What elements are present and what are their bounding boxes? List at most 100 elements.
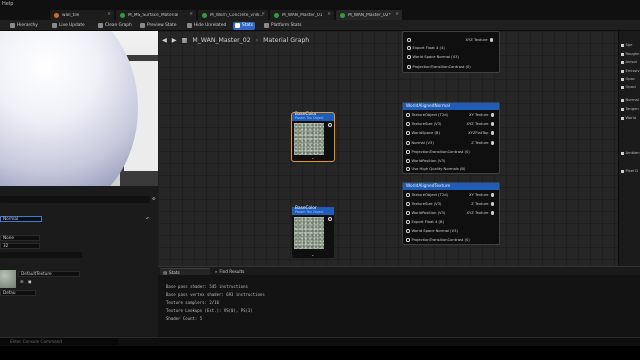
stats-output: Base pass shader: 545 instructions Base … xyxy=(166,283,265,323)
node-input-pin[interactable]: World Space Normal (V3) xyxy=(407,55,459,59)
console-command-input[interactable]: Enter Console Command xyxy=(0,338,118,345)
live-update-icon xyxy=(52,23,57,28)
texture-thumbnail-pattern xyxy=(294,217,324,249)
result-pin-opacity[interactable]: Opac xyxy=(621,77,635,81)
node-input-pin[interactable]: World Space Normal (V3) xyxy=(406,229,458,233)
result-pin-ambient-occlusion[interactable]: Ambien xyxy=(621,151,640,155)
reset-arrow-icon[interactable]: ↶ xyxy=(146,216,150,221)
node-input-pin[interactable]: Export Float 4 (4) xyxy=(407,46,445,50)
preview-state-icon xyxy=(140,23,145,28)
node-output-pin[interactable]: XYZ Texture xyxy=(467,122,494,126)
material-preview-viewport[interactable] xyxy=(0,31,158,186)
basecolor-texture-param-node-selected[interactable]: BaseColor Param Tex Object ⌄ xyxy=(291,112,335,162)
menu-help[interactable]: Help xyxy=(2,1,13,7)
world-aligned-normal-node[interactable]: WorldAlignedNormal TextureObject (T2d) T… xyxy=(402,102,500,174)
world-aligned-texture-node[interactable]: WorldAlignedTexture TextureObject (T2d) … xyxy=(402,182,500,245)
tab-wall-tile[interactable]: wall_tile ✕ xyxy=(50,10,114,20)
result-pin-specular[interactable]: Spe xyxy=(621,43,632,47)
close-icon[interactable]: ✕ xyxy=(107,12,111,17)
node-output-pin[interactable]: XYZ Texture xyxy=(466,38,493,42)
node-input-pin[interactable]: Normal (V3) xyxy=(406,141,434,145)
breadcrumb-graph[interactable]: Material Graph xyxy=(263,37,309,44)
node-output-pin[interactable]: XY Texture xyxy=(469,113,494,117)
node-output-pin[interactable]: XY Texture xyxy=(469,193,494,197)
result-pin-world-offset[interactable]: World xyxy=(621,116,636,120)
stats-line: Base pass shader: 545 instructions xyxy=(166,284,248,289)
tab-find-results[interactable]: ⌕ Find Results xyxy=(212,268,266,275)
stats-button[interactable]: Stats xyxy=(233,21,255,30)
stats-line: Texture samplers: 2/16 xyxy=(166,300,219,305)
close-icon[interactable]: ✕ xyxy=(395,12,399,17)
breadcrumb-asset[interactable]: M_WAN_Master_02 xyxy=(192,37,250,44)
details-search-bar[interactable] xyxy=(0,196,150,203)
node-input-pin[interactable]: TextureSize (V3) xyxy=(406,122,441,126)
node-input-pin[interactable]: WorldPosition (V3) xyxy=(406,211,445,215)
tab-m-worn-concrete[interactable]: M_Worn_Concrete_vnlk... ✕ xyxy=(198,10,268,20)
node-input-pin[interactable]: Use High Quality Normals (B) xyxy=(406,167,465,171)
details-panel: ⚙ Normal ↶ None 32 DefaultTexture ⊕ ◼ De… xyxy=(0,186,158,337)
node-output-pin[interactable]: XYZFlatTop xyxy=(468,131,494,135)
texture-asset-icon xyxy=(54,12,59,18)
node-input-pin[interactable]: ProjectionTransitionContrast (S) xyxy=(407,65,471,69)
result-pin-tangent[interactable]: Tangen xyxy=(621,107,639,111)
sort-priority-field[interactable] xyxy=(0,252,82,258)
hide-unrelated-button[interactable]: Hide Unrelated xyxy=(185,22,228,30)
node-input-pin[interactable]: WorldPosition (V3) xyxy=(406,159,445,163)
node-input-pin[interactable]: Export Float 4 (B) xyxy=(406,220,444,224)
tab-m-wan-master-02[interactable]: M_WAN_Master_02* ✕ xyxy=(336,10,402,20)
forward-arrow-icon[interactable]: ▶ xyxy=(172,37,177,44)
result-pin-opacity-mask[interactable]: Opaci xyxy=(621,85,636,89)
reset-icon[interactable]: ◼ xyxy=(28,279,31,284)
world-aligned-texture-node-top[interactable]: XYZ Texture Export Float 4 (4) World Spa… xyxy=(402,31,500,73)
node-input-pin[interactable]: ProjectionTransitionContrast (S) xyxy=(406,150,470,154)
search-icon: ⌕ xyxy=(215,269,218,274)
hierarchy-icon xyxy=(10,23,15,28)
material-result-node[interactable]: Spe Roughn Anisot Emissiv Opac Opaci Nor… xyxy=(618,31,640,266)
chevron-down-icon[interactable]: ⌄ xyxy=(311,155,314,160)
node-input-pin[interactable]: WorldSpace (B) xyxy=(406,131,440,135)
result-pin-normal[interactable]: Normal xyxy=(621,98,639,102)
close-icon[interactable]: ✕ xyxy=(327,12,331,17)
hierarchy-button[interactable]: Hierarchy xyxy=(8,22,40,30)
close-icon[interactable]: ✕ xyxy=(261,12,265,17)
preview-state-button[interactable]: Preview State xyxy=(138,22,178,30)
close-icon[interactable]: ✕ xyxy=(189,12,193,17)
sampler-type-select[interactable]: Defau xyxy=(0,290,36,296)
grid-icon[interactable]: ▦ xyxy=(182,37,188,44)
node-output-pin[interactable] xyxy=(328,217,332,221)
node-output-pin[interactable]: Z Texture xyxy=(471,141,494,145)
node-output-pin[interactable] xyxy=(328,123,332,127)
material-asset-icon xyxy=(274,12,279,18)
tab-m-wan-master-01[interactable]: M_WAN_Master_01 ✕ xyxy=(270,10,334,20)
texture-select[interactable]: DefaultTexture xyxy=(18,271,80,277)
chevron-down-icon[interactable]: ⌄ xyxy=(311,252,314,257)
parameter-name-input[interactable]: Normal xyxy=(0,216,42,222)
sampler-source-select[interactable]: None xyxy=(0,235,40,241)
tab-m-ms-surface-material[interactable]: M_MS_Surface_Material ✕ xyxy=(116,10,196,20)
node-title: BaseColor Param Tex Object xyxy=(292,112,334,121)
result-pin-emissive[interactable]: Emissiv xyxy=(621,69,640,73)
result-pin-pixel-depth[interactable]: Pixel D xyxy=(621,169,638,173)
settings-icon[interactable]: ⚙ xyxy=(152,196,156,201)
material-asset-icon xyxy=(340,12,345,18)
platform-stats-button[interactable]: Platform Stats xyxy=(262,22,303,30)
clean-graph-button[interactable]: Clean Graph xyxy=(96,22,134,30)
back-arrow-icon[interactable]: ◀ xyxy=(162,37,167,44)
texture-thumbnail-pattern xyxy=(294,123,324,155)
group-input[interactable]: 32 xyxy=(0,243,40,249)
result-pin-anisotropy[interactable]: Anisot xyxy=(621,60,637,64)
node-input-pin[interactable]: TextureObject (T2d) xyxy=(406,193,448,197)
node-output-pin[interactable]: XYZ Texture xyxy=(467,211,494,215)
result-pin-roughness[interactable]: Roughn xyxy=(621,52,640,56)
browse-icon[interactable]: ⊕ xyxy=(20,279,24,284)
node-input-pin[interactable]: TextureSize (V3) xyxy=(406,202,441,206)
basecolor-texture-param-node[interactable]: BaseColor Param Tex Object ⌄ xyxy=(292,206,334,258)
node-input-pin[interactable]: TextureObject (T2d) xyxy=(406,113,448,117)
stats-icon xyxy=(235,23,240,28)
node-title: BaseColor Param Tex Object xyxy=(292,206,334,215)
live-update-button[interactable]: Live Update xyxy=(50,22,87,30)
material-graph-canvas[interactable]: ◀ ▶ ▦ M_WAN_Master_02 › Material Graph X… xyxy=(158,31,618,266)
node-input-pin[interactable]: ProjectionTransitionContrast (S) xyxy=(406,238,470,242)
tab-stats[interactable]: ▤ Stats xyxy=(160,268,210,275)
node-output-pin[interactable]: Z Texture xyxy=(471,202,494,206)
